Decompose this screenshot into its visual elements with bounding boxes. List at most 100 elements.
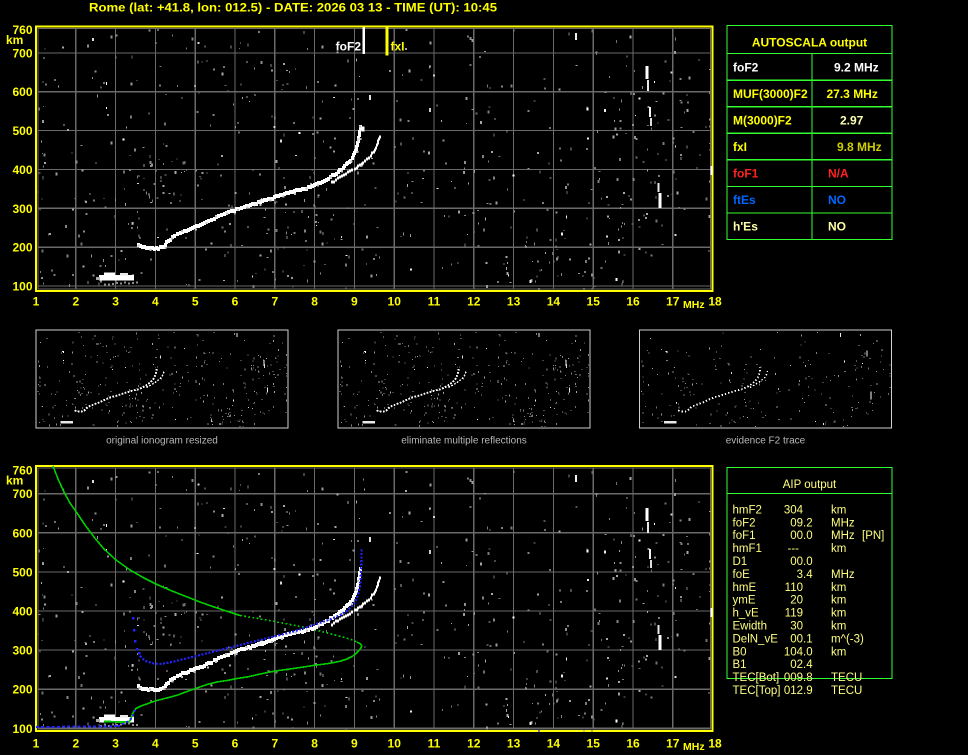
- svg-text:400: 400: [12, 163, 32, 177]
- svg-text:MHz: MHz: [683, 299, 705, 311]
- svg-text:14: 14: [547, 737, 561, 751]
- svg-text:foE: foE: [733, 569, 751, 581]
- svg-text:17: 17: [666, 737, 680, 751]
- svg-text:hmF1: hmF1: [733, 543, 762, 555]
- svg-text:9.2 MHz: 9.2 MHz: [834, 60, 879, 74]
- svg-text:17: 17: [666, 295, 680, 309]
- svg-text:km: km: [831, 608, 846, 620]
- svg-text:foF2: foF2: [733, 517, 756, 529]
- svg-text:km: km: [831, 595, 846, 607]
- svg-text:fxI: fxI: [391, 40, 405, 54]
- svg-text:AIP output: AIP output: [783, 479, 837, 491]
- svg-text:20: 20: [790, 595, 803, 607]
- svg-text:ftEs: ftEs: [733, 193, 756, 207]
- svg-text:110: 110: [785, 582, 803, 594]
- svg-text:00: 00: [790, 633, 803, 645]
- svg-text:300: 300: [12, 202, 32, 216]
- svg-text:Rome (lat: +41.8, lon: 012.5): Rome (lat: +41.8, lon: 012.5) - DATE: 20…: [89, 1, 497, 15]
- svg-text:16: 16: [626, 295, 640, 309]
- svg-text:012: 012: [784, 685, 803, 697]
- svg-text:6: 6: [232, 295, 239, 309]
- svg-text:1: 1: [33, 295, 40, 309]
- svg-text:119: 119: [785, 608, 803, 620]
- svg-text:.4: .4: [803, 569, 813, 581]
- svg-text:27.3 MHz: 27.3 MHz: [827, 87, 878, 101]
- svg-text:AUTOSCALA output: AUTOSCALA output: [752, 36, 867, 50]
- svg-text:foF1: foF1: [733, 167, 759, 181]
- svg-text:8: 8: [311, 295, 318, 309]
- svg-text:km: km: [831, 621, 846, 633]
- svg-text:10: 10: [388, 295, 402, 309]
- svg-text:km: km: [831, 582, 846, 594]
- svg-text:foF1: foF1: [733, 530, 756, 542]
- svg-text:B1: B1: [733, 659, 747, 671]
- svg-text:original ionogram resized: original ionogram resized: [106, 436, 218, 447]
- svg-text:eliminate multiple reflections: eliminate multiple reflections: [401, 436, 527, 447]
- svg-text:00: 00: [790, 556, 803, 568]
- svg-text:13: 13: [507, 295, 521, 309]
- svg-text:12: 12: [467, 737, 481, 751]
- svg-text:M(3000)F2: M(3000)F2: [733, 113, 792, 127]
- svg-text:600: 600: [12, 526, 32, 540]
- svg-text:TEC[Bot]: TEC[Bot]: [733, 672, 780, 684]
- svg-text:009: 009: [784, 672, 803, 684]
- svg-text:12: 12: [467, 295, 481, 309]
- svg-text:5: 5: [192, 295, 199, 309]
- svg-text:104: 104: [784, 646, 804, 658]
- svg-text:MUF(3000)F2: MUF(3000)F2: [733, 87, 808, 101]
- svg-text:2.97: 2.97: [840, 113, 864, 127]
- svg-text:5: 5: [192, 737, 199, 751]
- svg-text:.4: .4: [803, 659, 813, 671]
- svg-text:.1: .1: [803, 633, 813, 645]
- svg-text:7: 7: [271, 295, 278, 309]
- svg-text:.0: .0: [803, 646, 813, 658]
- svg-text:B0: B0: [733, 646, 747, 658]
- svg-text:500: 500: [12, 565, 32, 579]
- svg-text:2: 2: [72, 295, 79, 309]
- svg-text:---: ---: [788, 543, 800, 555]
- svg-text:hmF2: hmF2: [733, 504, 762, 516]
- svg-text:DelN_vE: DelN_vE: [733, 633, 779, 645]
- svg-text:304: 304: [784, 504, 804, 516]
- svg-text:TECU: TECU: [831, 685, 862, 697]
- svg-text:02: 02: [790, 659, 803, 671]
- svg-text:00: 00: [790, 530, 803, 542]
- svg-text:[PN]: [PN]: [862, 530, 884, 542]
- svg-text:NO: NO: [828, 220, 846, 234]
- svg-text:h'Es: h'Es: [733, 220, 758, 234]
- svg-text:500: 500: [12, 124, 32, 138]
- svg-text:.9: .9: [803, 685, 813, 697]
- svg-text:600: 600: [12, 85, 32, 99]
- svg-text:km: km: [831, 543, 846, 555]
- svg-text:1: 1: [33, 737, 40, 751]
- svg-text:200: 200: [12, 683, 32, 697]
- svg-text:9.8 MHz: 9.8 MHz: [837, 140, 882, 154]
- svg-text:18: 18: [708, 295, 722, 309]
- svg-text:fxI: fxI: [733, 140, 747, 154]
- svg-text:.0: .0: [803, 530, 813, 542]
- svg-text:N/A: N/A: [828, 167, 849, 181]
- svg-text:13: 13: [507, 737, 521, 751]
- svg-text:ymE: ymE: [733, 595, 756, 607]
- svg-text:3: 3: [112, 295, 119, 309]
- svg-text:km: km: [6, 33, 23, 47]
- svg-text:MHz: MHz: [831, 530, 855, 542]
- svg-text:15: 15: [587, 737, 601, 751]
- svg-text:MHz: MHz: [683, 741, 705, 753]
- svg-text:400: 400: [12, 605, 32, 619]
- svg-text:.8: .8: [803, 672, 813, 684]
- svg-text:TECU: TECU: [831, 672, 862, 684]
- svg-text:8: 8: [311, 737, 318, 751]
- svg-text:700: 700: [12, 46, 32, 60]
- svg-text:h_vE: h_vE: [733, 608, 760, 620]
- svg-text:.2: .2: [803, 517, 813, 529]
- svg-text:hmE: hmE: [733, 582, 757, 594]
- svg-text:09: 09: [790, 517, 803, 529]
- svg-text:9: 9: [351, 737, 358, 751]
- svg-text:11: 11: [428, 295, 441, 309]
- svg-text:9: 9: [351, 295, 358, 309]
- svg-text:3: 3: [112, 737, 119, 751]
- svg-text:m^(-3): m^(-3): [831, 633, 864, 645]
- svg-text:foF2: foF2: [336, 40, 362, 54]
- svg-text:MHz: MHz: [831, 569, 855, 581]
